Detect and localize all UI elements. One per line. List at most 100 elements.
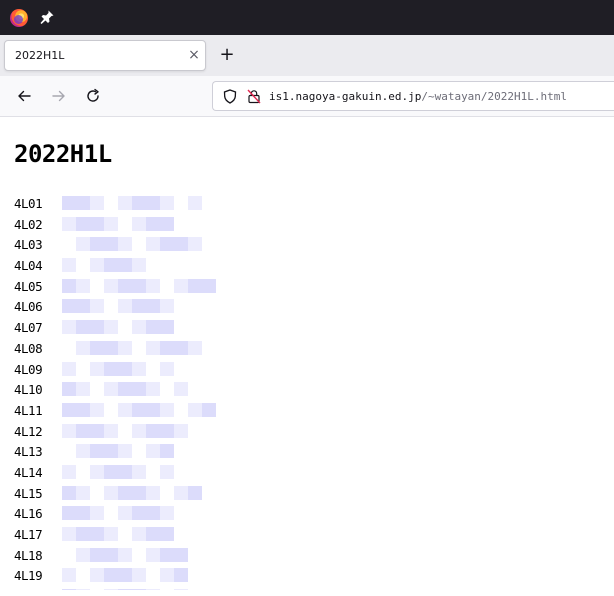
list-item: 4L17 <box>14 525 244 546</box>
redaction-block <box>104 299 118 314</box>
redaction-block <box>160 485 174 500</box>
redaction-block <box>118 382 132 397</box>
redaction-block <box>76 485 90 500</box>
url-text[interactable]: is1.nagoya-gakuin.ed.jp/~watayan/2022H1L… <box>269 90 567 103</box>
redaction-block <box>146 464 160 479</box>
new-tab-button[interactable]: + <box>218 46 236 64</box>
redaction-block <box>132 299 146 314</box>
url-host: is1.nagoya-gakuin.ed.jp <box>269 90 422 103</box>
list-item: 4L11 <box>14 401 244 422</box>
pin-icon[interactable] <box>39 9 55 25</box>
redaction-block <box>188 340 202 355</box>
redaction-block <box>174 278 188 293</box>
redaction-block <box>62 196 76 210</box>
close-tab-icon[interactable]: × <box>187 48 201 62</box>
redaction-block <box>118 402 132 417</box>
tracking-protection-shield-icon[interactable] <box>223 89 237 104</box>
redaction-block <box>160 527 174 541</box>
redaction-block <box>62 568 76 583</box>
redaction-block <box>146 216 160 231</box>
redaction-block <box>160 299 174 314</box>
redacted-name <box>62 278 216 293</box>
redaction-block <box>118 464 132 479</box>
redaction-block <box>76 444 90 459</box>
redaction-block <box>118 258 132 273</box>
redaction-block <box>90 547 104 562</box>
list-item: 4L18 <box>14 546 244 567</box>
redaction-block <box>118 237 132 252</box>
insecure-lock-icon[interactable] <box>247 89 261 104</box>
redaction-block <box>76 402 90 417</box>
redaction-block <box>118 320 132 335</box>
student-id: 4L11 <box>14 402 43 418</box>
student-id: 4L13 <box>14 444 43 460</box>
redaction-block <box>90 299 104 314</box>
redaction-block <box>118 340 132 355</box>
back-arrow-icon[interactable] <box>16 88 32 104</box>
redaction-block <box>118 547 132 562</box>
reload-icon[interactable] <box>85 88 101 104</box>
redaction-block <box>146 237 160 252</box>
redaction-block <box>90 506 104 521</box>
redacted-name <box>62 444 174 459</box>
redaction-block <box>76 527 90 541</box>
redaction-block <box>132 196 146 210</box>
redaction-block <box>160 547 174 562</box>
redaction-block <box>160 216 174 231</box>
redaction-block <box>146 444 160 459</box>
list-item: 4L07 <box>14 318 244 339</box>
redaction-block <box>132 216 146 231</box>
student-id: 4L14 <box>14 464 43 480</box>
redaction-block <box>104 527 118 541</box>
redaction-block <box>146 258 160 273</box>
list-item: 4L13 <box>14 442 244 463</box>
list-item: 4L16 <box>14 504 244 525</box>
redaction-block <box>174 237 188 252</box>
redaction-block <box>76 237 90 252</box>
student-id: 4L19 <box>14 568 43 584</box>
redaction-block <box>90 382 104 397</box>
redaction-block <box>90 237 104 252</box>
list-item: 4L01 <box>14 194 244 215</box>
redaction-block <box>146 506 160 521</box>
redacted-name <box>62 340 202 355</box>
list-item: 4L08 <box>14 339 244 360</box>
forward-arrow-icon[interactable] <box>51 88 67 104</box>
redaction-block <box>118 216 132 231</box>
redaction-block <box>174 547 188 562</box>
redaction-block <box>76 506 90 521</box>
student-id: 4L03 <box>14 237 43 253</box>
redaction-block <box>104 340 118 355</box>
redaction-block <box>174 568 188 583</box>
redaction-block <box>188 402 202 417</box>
redaction-block <box>132 340 146 355</box>
window-titlebar <box>0 0 614 35</box>
redaction-block <box>146 423 160 438</box>
redaction-block <box>132 382 146 397</box>
redaction-block <box>118 568 132 583</box>
address-bar[interactable]: is1.nagoya-gakuin.ed.jp/~watayan/2022H1L… <box>212 81 614 111</box>
redaction-block <box>62 547 76 562</box>
list-item: 4L14 <box>14 463 244 484</box>
redaction-block <box>132 485 146 500</box>
redacted-name <box>62 216 174 231</box>
redaction-block <box>118 196 132 210</box>
redaction-block <box>188 237 202 252</box>
redaction-block <box>188 278 202 293</box>
student-id: 4L18 <box>14 547 43 563</box>
student-id: 4L05 <box>14 278 43 294</box>
redaction-block <box>146 196 160 210</box>
redaction-block <box>160 361 174 376</box>
student-id: 4L04 <box>14 258 43 274</box>
student-id: 4L10 <box>14 382 43 398</box>
redaction-block <box>146 278 160 293</box>
tab-title: 2022H1L <box>15 49 65 62</box>
redaction-block <box>90 216 104 231</box>
redaction-block <box>104 464 118 479</box>
tab-2022h1l[interactable]: 2022H1L × <box>4 40 206 71</box>
redaction-block <box>90 320 104 335</box>
redaction-block <box>202 402 216 417</box>
redaction-block <box>132 568 146 583</box>
student-id: 4L07 <box>14 320 43 336</box>
firefox-logo-icon[interactable] <box>10 9 28 27</box>
